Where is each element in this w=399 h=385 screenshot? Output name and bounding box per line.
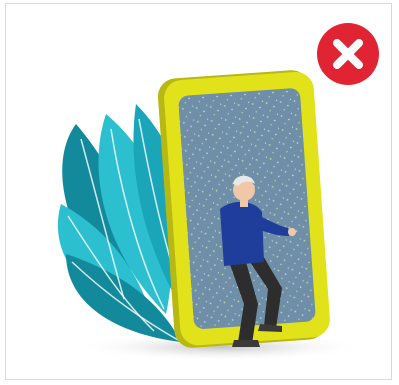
dialog-card [5, 3, 392, 380]
close-x-icon [317, 23, 379, 85]
close-button[interactable] [317, 23, 379, 85]
